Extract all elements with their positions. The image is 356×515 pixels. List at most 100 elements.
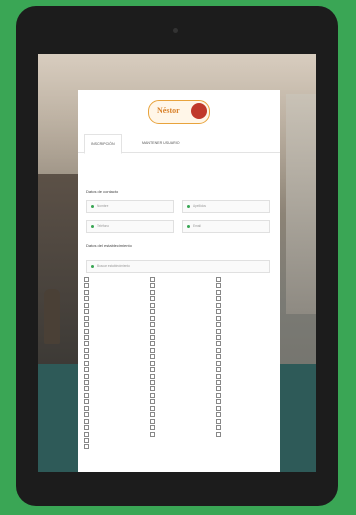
- background-photo-person: [44, 289, 60, 344]
- checkbox[interactable]: [216, 373, 221, 379]
- checkbox[interactable]: [150, 412, 155, 418]
- email-icon: [187, 224, 190, 228]
- checkbox[interactable]: [150, 296, 155, 302]
- checkbox[interactable]: [150, 405, 155, 411]
- checkbox[interactable]: [150, 392, 155, 398]
- surname-field[interactable]: Apellidos: [182, 200, 270, 213]
- checkbox[interactable]: [216, 289, 221, 295]
- checkbox[interactable]: [216, 367, 221, 373]
- checkbox[interactable]: [84, 334, 89, 340]
- checkbox[interactable]: [150, 283, 155, 289]
- checkbox[interactable]: [216, 341, 221, 347]
- checkbox[interactable]: [216, 405, 221, 411]
- checkbox[interactable]: [84, 296, 89, 302]
- checkbox[interactable]: [216, 386, 221, 392]
- checkbox[interactable]: [150, 315, 155, 321]
- checkbox[interactable]: [84, 322, 89, 328]
- checkbox[interactable]: [216, 412, 221, 418]
- checkbox[interactable]: [216, 418, 221, 424]
- checkbox[interactable]: [216, 322, 221, 328]
- checkbox[interactable]: [150, 341, 155, 347]
- checkbox[interactable]: [84, 289, 89, 295]
- checkbox[interactable]: [150, 380, 155, 385]
- email-field[interactable]: Email: [182, 220, 270, 233]
- checkbox[interactable]: [84, 412, 89, 418]
- checkbox[interactable]: [84, 418, 89, 424]
- checkbox[interactable]: [84, 425, 89, 431]
- checkbox[interactable]: [84, 277, 89, 282]
- establishment-search[interactable]: Buscar establecimiento: [86, 260, 270, 273]
- checkbox[interactable]: [216, 315, 221, 321]
- name-field[interactable]: Nombre: [86, 200, 174, 213]
- name-placeholder: Nombre: [97, 204, 109, 208]
- checkbox[interactable]: [84, 392, 89, 398]
- checkbox[interactable]: [150, 322, 155, 328]
- list-item[interactable]: [150, 431, 216, 438]
- checkbox[interactable]: [84, 437, 89, 443]
- email-placeholder: Email: [193, 224, 201, 228]
- checkbox[interactable]: [216, 360, 221, 366]
- checkbox[interactable]: [150, 367, 155, 373]
- checkbox[interactable]: [150, 334, 155, 340]
- checkbox[interactable]: [150, 328, 155, 334]
- checkbox[interactable]: [150, 431, 155, 437]
- checkbox[interactable]: [84, 347, 89, 353]
- checkbox[interactable]: [150, 289, 155, 295]
- checkbox[interactable]: [150, 302, 155, 308]
- checkbox[interactable]: [84, 360, 89, 366]
- checkbox[interactable]: [216, 354, 221, 360]
- checkbox[interactable]: [84, 283, 89, 289]
- checkbox[interactable]: [216, 399, 221, 405]
- tab-bar: INSCRIPCIÓN MANTENER USUARIO: [78, 134, 280, 154]
- checkbox[interactable]: [84, 444, 89, 450]
- checkbox[interactable]: [84, 302, 89, 308]
- checkbox[interactable]: [216, 431, 221, 437]
- checkbox[interactable]: [84, 399, 89, 405]
- checkbox[interactable]: [84, 386, 89, 392]
- checkbox[interactable]: [84, 341, 89, 347]
- checkbox[interactable]: [84, 431, 89, 437]
- tablet-frame: Néstor INSCRIPCIÓN MANTENER USUARIO Dato…: [16, 6, 338, 506]
- checkbox[interactable]: [84, 328, 89, 334]
- checkbox[interactable]: [84, 367, 89, 373]
- screen: Néstor INSCRIPCIÓN MANTENER USUARIO Dato…: [38, 54, 316, 472]
- checkbox[interactable]: [150, 354, 155, 360]
- checkbox[interactable]: [84, 373, 89, 379]
- checkbox[interactable]: [150, 418, 155, 424]
- tab-mantener-usuario[interactable]: MANTENER USUARIO: [136, 134, 186, 152]
- checkbox[interactable]: [216, 328, 221, 334]
- checkbox[interactable]: [150, 347, 155, 353]
- checkbox[interactable]: [84, 315, 89, 321]
- establishment-list-col-3: [216, 277, 282, 438]
- checkbox[interactable]: [150, 277, 155, 282]
- checkbox[interactable]: [216, 277, 221, 282]
- checkbox[interactable]: [150, 386, 155, 392]
- checkbox[interactable]: [150, 360, 155, 366]
- tab-inscripcion[interactable]: INSCRIPCIÓN: [84, 134, 122, 154]
- camera-dot: [173, 28, 178, 33]
- checkbox[interactable]: [84, 405, 89, 411]
- phone-placeholder: Teléfono: [97, 224, 110, 228]
- checkbox[interactable]: [150, 425, 155, 431]
- checkbox[interactable]: [216, 302, 221, 308]
- phone-field[interactable]: Teléfono: [86, 220, 174, 233]
- checkbox[interactable]: [216, 347, 221, 353]
- checkbox[interactable]: [216, 380, 221, 385]
- checkbox[interactable]: [84, 354, 89, 360]
- checkbox[interactable]: [84, 380, 89, 385]
- checkbox[interactable]: [216, 334, 221, 340]
- checkbox[interactable]: [216, 392, 221, 398]
- checkbox[interactable]: [150, 399, 155, 405]
- checkbox[interactable]: [150, 373, 155, 379]
- list-item[interactable]: [216, 431, 282, 438]
- checkbox[interactable]: [150, 309, 155, 315]
- list-item[interactable]: [84, 444, 150, 450]
- checkbox[interactable]: [216, 425, 221, 431]
- checkbox[interactable]: [216, 309, 221, 315]
- user-icon: [187, 204, 190, 208]
- establishment-list-col-1: [84, 277, 150, 451]
- checkbox[interactable]: [216, 296, 221, 302]
- establishment-list-col-2: [150, 277, 216, 438]
- checkbox[interactable]: [216, 283, 221, 289]
- checkbox[interactable]: [84, 309, 89, 315]
